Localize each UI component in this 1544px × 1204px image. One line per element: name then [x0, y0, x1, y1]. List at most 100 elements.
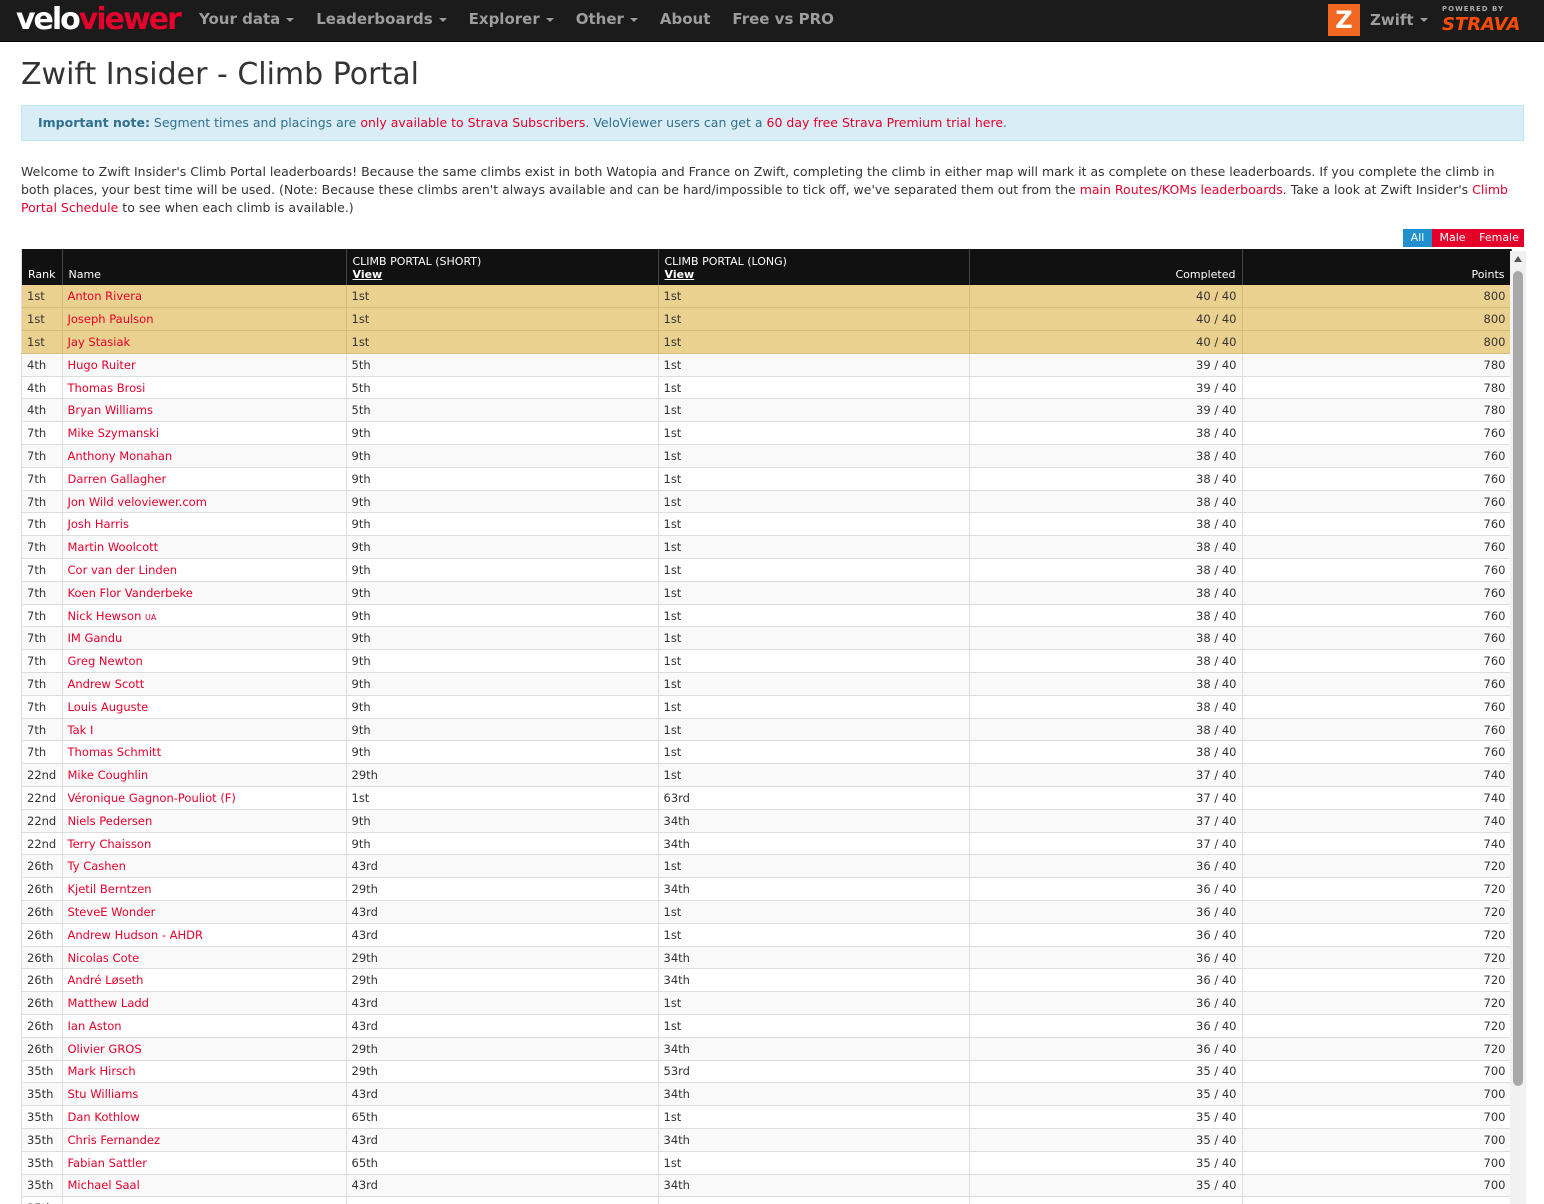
table-row: 7th Andrew Scott 9th 1st 38 / 40 760 — [22, 672, 1512, 696]
header-completed[interactable]: Completed — [969, 249, 1243, 285]
logo-text-viewer: viewer — [78, 2, 182, 37]
completed-cell: 36 / 40 — [969, 854, 1243, 879]
athlete-link[interactable]: IM Gandu — [68, 631, 123, 645]
athlete-link[interactable]: André Løseth — [68, 973, 144, 987]
name-cell: Niels Pedersen — [62, 809, 347, 833]
athlete-link[interactable]: Koen Flor Vanderbeke — [68, 586, 193, 600]
filter-female-button[interactable]: Female — [1473, 229, 1524, 247]
gender-filter: All Male Female — [1403, 229, 1524, 247]
points-cell: 720 — [1242, 877, 1512, 902]
important-note-alert: Important note: Segment times and placin… — [21, 105, 1524, 141]
climb-short-cell: 9th — [346, 832, 659, 856]
athlete-link[interactable]: Matthew Ladd — [68, 996, 149, 1010]
strava-subscribers-link[interactable]: only available to Strava Subscribers — [360, 115, 585, 130]
filter-male-button[interactable]: Male — [1432, 229, 1473, 247]
table-row: 35th Fabian Sattler 65th 1st 35 / 40 700 — [22, 1151, 1512, 1175]
climb-long-cell: 1st — [658, 330, 970, 354]
completed-cell: 36 / 40 — [969, 991, 1243, 1015]
strava-trial-link[interactable]: 60 day free Strava Premium trial here — [767, 115, 1004, 130]
athlete-link[interactable]: Fabian Sattler — [68, 1156, 147, 1170]
athlete-link[interactable]: Jon Wild veloviewer.com — [68, 495, 207, 509]
view-short-link[interactable]: View — [353, 268, 652, 281]
name-cell: Jay Stasiak — [62, 330, 347, 354]
header-climb-portal-long[interactable]: CLIMB PORTAL (LONG) View — [658, 249, 970, 285]
athlete-link[interactable]: Michael Saal — [68, 1178, 140, 1192]
name-cell: Nicolas Cote — [62, 946, 347, 970]
points-cell: 700 — [1242, 1151, 1512, 1175]
athlete-link[interactable]: Mike Szymanski — [68, 426, 160, 440]
veloviewer-logo[interactable]: veloviewer — [16, 2, 182, 38]
name-cell: Mike Szymanski — [62, 421, 347, 446]
name-cell: Bryan Williams — [62, 398, 347, 423]
athlete-link[interactable]: Martin Woolcott — [68, 540, 159, 554]
athlete-link[interactable]: Dan Kothlow — [68, 1110, 140, 1124]
athlete-link[interactable]: Anton Rivera — [68, 289, 143, 303]
scrollbar-thumb[interactable] — [1513, 271, 1523, 1086]
athlete-link[interactable]: Terry Chaisson — [68, 837, 152, 851]
nav-item-free-vs-pro[interactable]: Free vs PRO — [721, 0, 844, 42]
climb-long-cell: 1st — [658, 1014, 970, 1038]
athlete-link[interactable]: Thomas Brosi — [68, 381, 146, 395]
nav-item-leaderboards[interactable]: Leaderboards — [305, 0, 457, 42]
filter-all-button[interactable]: All — [1403, 229, 1432, 247]
points-cell: 740 — [1242, 809, 1512, 833]
nav-item-other[interactable]: Other — [565, 0, 649, 42]
athlete-link[interactable]: Stu Williams — [68, 1087, 139, 1101]
climb-long-cell: 34th — [658, 809, 970, 833]
athlete-link[interactable]: Chris Fernandez — [68, 1133, 161, 1147]
main-routes-koms-link[interactable]: main Routes/KOMs leaderboards — [1080, 182, 1283, 197]
header-points[interactable]: Points — [1242, 249, 1512, 285]
athlete-link[interactable]: Greg Newton — [68, 654, 143, 668]
athlete-link[interactable]: Jay Stasiak — [68, 335, 131, 349]
athlete-link[interactable]: Anthony Monahan — [68, 449, 173, 463]
athlete-link[interactable]: Joseph Paulson — [68, 312, 154, 326]
athlete-link[interactable]: Louis Auguste — [68, 700, 149, 714]
athlete-link[interactable]: Thomas Schmitt — [68, 745, 162, 759]
points-cell: 800 — [1242, 330, 1512, 354]
athlete-link[interactable]: Tak I — [68, 723, 94, 737]
climb-long-cell: 1st — [658, 581, 970, 605]
athlete-link[interactable]: Véronique Gagnon-Pouliot (F) — [68, 791, 236, 805]
completed-cell: 35 / 40 — [969, 1174, 1243, 1198]
athlete-link[interactable]: Darren Gallagher — [68, 472, 167, 486]
athlete-link[interactable]: Nicolas Cote — [68, 951, 140, 965]
nav-item-your-data[interactable]: Your data — [188, 0, 305, 42]
athlete-link[interactable]: Cor van der Linden — [68, 563, 178, 577]
athlete-link[interactable]: SteveE Wonder — [68, 905, 156, 919]
athlete-link[interactable]: Mark Hirsch — [68, 1064, 136, 1078]
athlete-link[interactable]: Mike Coughlin — [68, 768, 149, 782]
zwift-menu[interactable]: Z Zwift — [1328, 3, 1428, 37]
chevron-down-icon — [545, 17, 554, 22]
completed-cell: 37 / 40 — [969, 786, 1243, 810]
powered-by-strava[interactable]: POWERED BY STRAVA — [1442, 5, 1528, 37]
climb-long-cell: 1st — [658, 923, 970, 947]
athlete-link[interactable]: Ian Aston — [68, 1019, 122, 1033]
athlete-link[interactable]: Andrew Hudson - AHDR — [68, 928, 203, 942]
points-cell: 720 — [1242, 946, 1512, 970]
header-name[interactable]: Name — [62, 249, 347, 285]
name-cell: Fabian Sattler — [62, 1151, 347, 1175]
athlete-link[interactable]: Hugo Ruiter — [68, 358, 136, 372]
rank-cell: 7th — [22, 581, 63, 605]
athlete-link[interactable]: Kjetil Berntzen — [68, 882, 152, 896]
climb-short-cell: 9th — [346, 740, 659, 765]
view-long-link[interactable]: View — [665, 268, 963, 281]
name-cell: IM Gandu — [62, 626, 347, 651]
rank-cell: 22nd — [22, 786, 63, 810]
table-scrollbar[interactable] — [1510, 251, 1526, 1204]
athlete-link[interactable]: Andrew Scott — [68, 677, 145, 691]
alert-text: . — [1003, 115, 1007, 130]
athlete-link[interactable]: Bryan Williams — [68, 403, 154, 417]
athlete-link[interactable]: Niels Pedersen — [68, 814, 153, 828]
climb-short-cell: 1st — [346, 285, 659, 309]
nav-item-explorer[interactable]: Explorer — [458, 0, 565, 42]
header-climb-portal-short[interactable]: CLIMB PORTAL (SHORT) View — [346, 249, 659, 285]
athlete-link[interactable]: Olivier GROS — [68, 1042, 142, 1056]
athlete-link[interactable]: Ty Cashen — [68, 859, 126, 873]
athlete-link[interactable]: Nick Hewson — [68, 609, 142, 623]
header-rank[interactable]: Rank — [22, 249, 63, 285]
athlete-link[interactable]: Josh Harris — [68, 517, 130, 531]
scroll-up-arrow-icon[interactable] — [1514, 256, 1522, 262]
climb-short-cell: 9th — [346, 581, 659, 605]
nav-item-about[interactable]: About — [649, 0, 722, 42]
